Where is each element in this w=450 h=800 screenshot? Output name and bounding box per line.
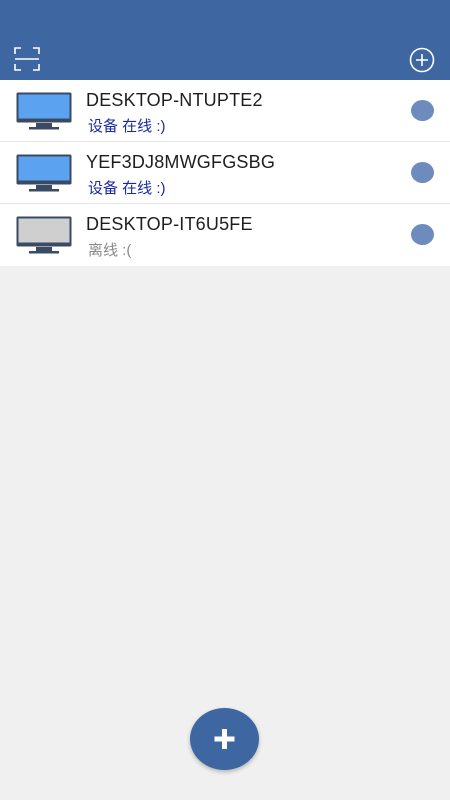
device-status: 设备 在线 :): [88, 180, 166, 197]
scan-frame-icon: [14, 47, 40, 71]
monitor-icon: [16, 154, 72, 192]
device-row[interactable]: YEF3DJ8MWGFGSBG 设备 在线 :): [0, 142, 450, 204]
device-row[interactable]: DESKTOP-IT6U5FE 离线 :(: [0, 204, 450, 266]
app-screen: DESKTOP-NTUPTE2 设备 在线 :) YEF3DJ8MWGFGSBG…: [0, 0, 450, 800]
add-fab-button[interactable]: [190, 708, 259, 770]
top-app-bar: [0, 0, 450, 80]
monitor-icon: [16, 92, 72, 130]
scan-button[interactable]: [14, 47, 40, 71]
circle-plus-icon: [409, 47, 435, 73]
device-name: YEF3DJ8MWGFGSBG: [86, 152, 276, 172]
status-dot[interactable]: [411, 162, 434, 183]
device-name: DESKTOP-IT6U5FE: [86, 214, 253, 234]
status-dot[interactable]: [411, 100, 434, 121]
device-status: 设备 在线 :): [88, 118, 166, 135]
device-status: 离线 :(: [88, 242, 132, 259]
plus-icon: [214, 729, 235, 749]
device-row[interactable]: DESKTOP-NTUPTE2 设备 在线 :): [0, 80, 450, 142]
status-dot[interactable]: [411, 224, 434, 245]
device-list: DESKTOP-NTUPTE2 设备 在线 :) YEF3DJ8MWGFGSBG…: [0, 80, 450, 266]
device-name: DESKTOP-NTUPTE2: [86, 90, 263, 110]
add-device-button[interactable]: [409, 47, 435, 73]
monitor-icon: [16, 216, 72, 254]
